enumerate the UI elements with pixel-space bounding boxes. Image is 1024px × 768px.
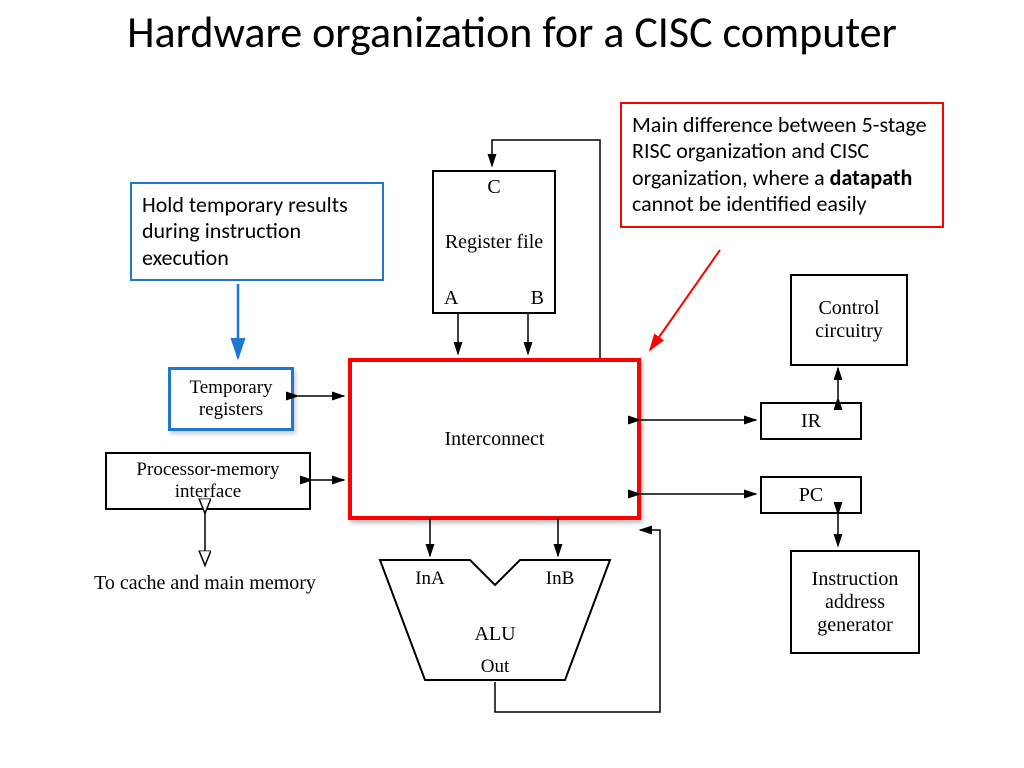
block-instruction-address-generator: Instruction address generator <box>790 550 920 654</box>
callout-temporary-results: Hold temporary results during instructio… <box>130 182 384 281</box>
callout-red-bold: datapath <box>830 164 913 191</box>
callout-datapath-difference: Main difference between 5-stage RISC org… <box>620 102 944 228</box>
port-label-a: A <box>444 287 458 310</box>
slide-title: Hardware organization for a CISC compute… <box>0 8 1024 56</box>
port-label-b: B <box>531 287 544 310</box>
alu-label: ALU <box>474 623 516 645</box>
port-label-c: C <box>434 176 554 199</box>
block-control-circuitry: Control circuitry <box>790 274 908 366</box>
block-register-file: C Register file A B <box>432 170 556 314</box>
alu-port-inb: InB <box>546 568 575 589</box>
alu-port-out: Out <box>481 656 510 677</box>
register-file-label: Register file <box>445 231 543 253</box>
block-interconnect: Interconnect <box>348 358 641 520</box>
block-processor-memory-interface: Processor-memory interface <box>105 452 311 510</box>
label-to-cache: To cache and main memory <box>75 572 335 595</box>
alu-port-ina: InA <box>415 568 445 589</box>
block-pc: PC <box>760 476 862 514</box>
block-ir: IR <box>760 402 862 440</box>
callout-red-text-2: cannot be identified easily <box>632 190 867 217</box>
block-temporary-registers: Temporary registers <box>168 367 294 431</box>
